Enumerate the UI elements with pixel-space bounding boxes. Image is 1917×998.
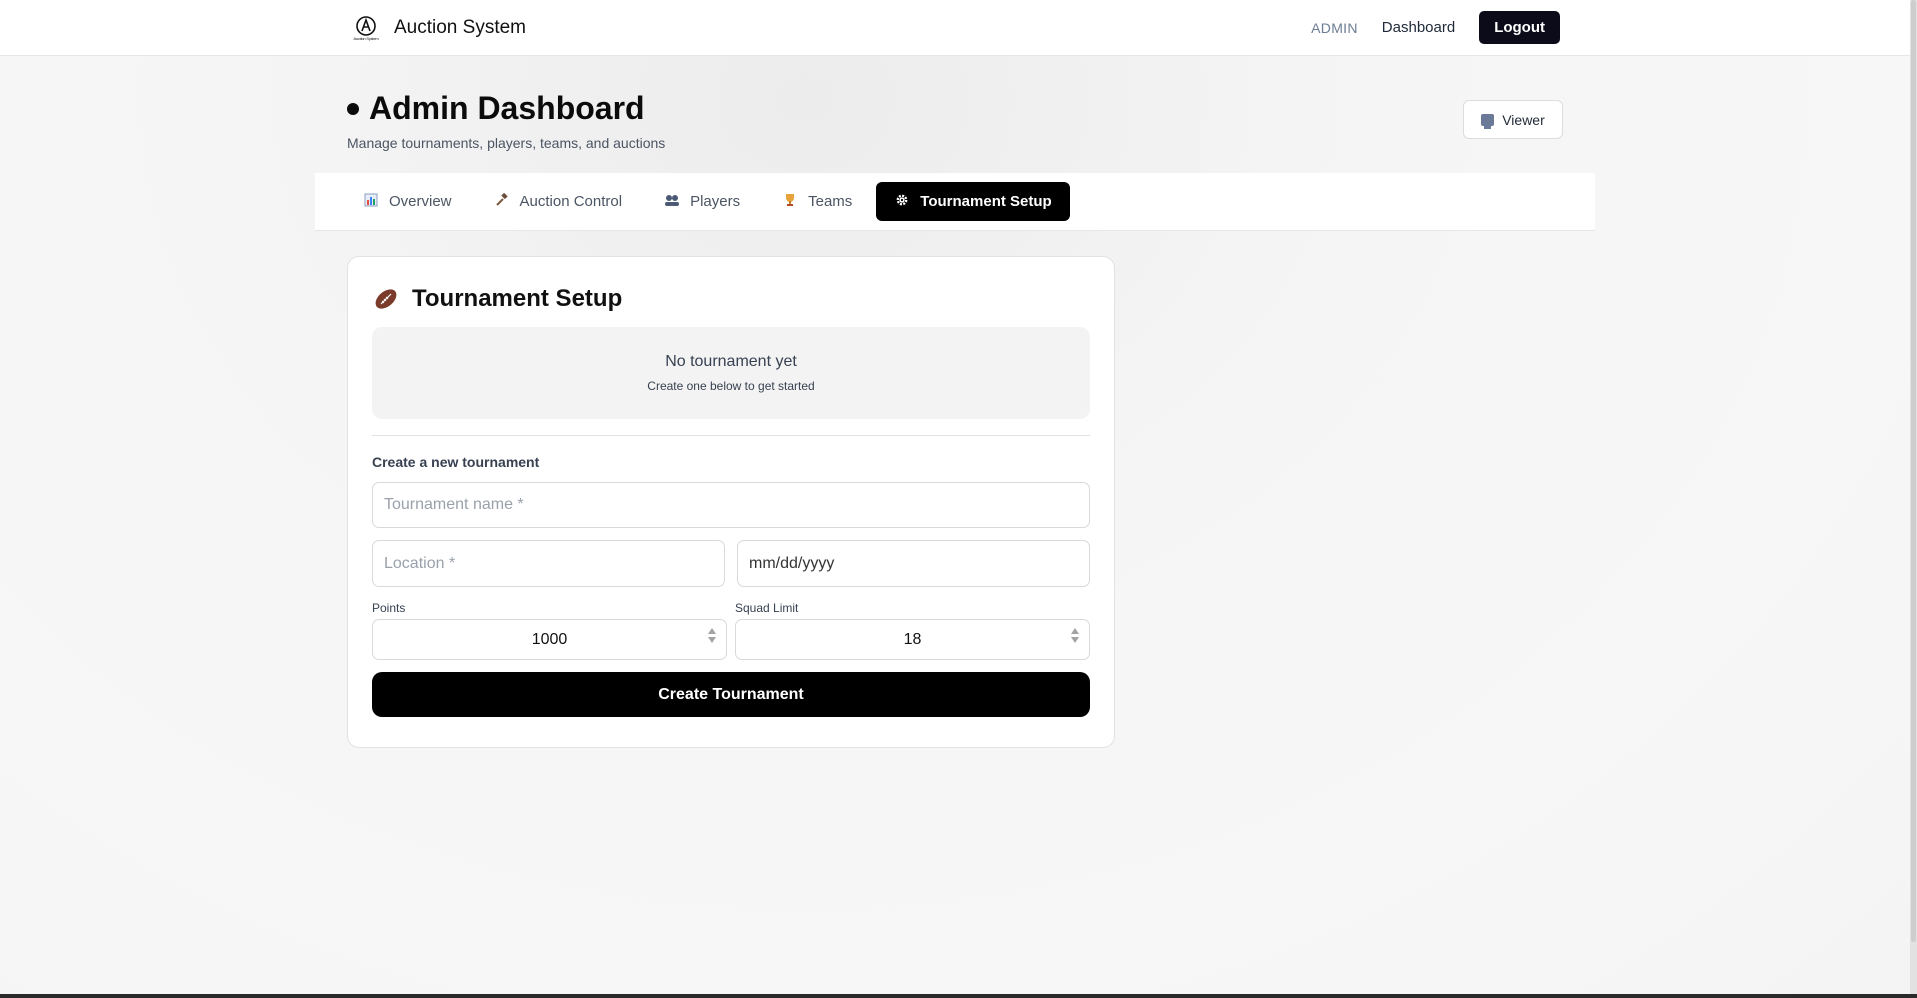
vertical-scrollbar[interactable]	[1910, 0, 1917, 994]
football-icon	[372, 285, 400, 313]
top-navbar: Auction System Auction System ADMIN Dash…	[0, 0, 1910, 56]
divider	[372, 435, 1090, 436]
monitor-icon	[1481, 113, 1495, 129]
empty-state-subtitle: Create one below to get started	[647, 379, 815, 393]
points-value: 1000	[531, 630, 568, 648]
page-subtitle: Manage tournaments, players, teams, and …	[347, 135, 666, 151]
page-title: Admin Dashboard	[369, 90, 645, 126]
page-header: Admin Dashboard Manage tournaments, play…	[347, 90, 665, 151]
squad-limit-field: Squad Limit 18	[735, 601, 1090, 660]
tournament-name-placeholder: Tournament name *	[384, 496, 524, 513]
tab-tournament-setup[interactable]: Tournament Setup	[876, 182, 1070, 221]
tab-teams[interactable]: Teams	[764, 182, 870, 221]
card-title: Tournament Setup	[412, 285, 623, 312]
tournament-name-input[interactable]: Tournament name *	[372, 482, 1090, 528]
stepper-up-icon[interactable]	[708, 628, 716, 634]
stepper-down-icon[interactable]	[1071, 637, 1079, 643]
tab-players[interactable]: Players	[646, 182, 758, 221]
squad-limit-stepper[interactable]	[1071, 628, 1079, 643]
create-section-label: Create a new tournament	[372, 454, 540, 470]
user-role-label: ADMIN	[1311, 19, 1358, 36]
date-input[interactable]: mm/dd/yyyy	[737, 540, 1090, 587]
tab-bar: Overview Auction Control Players Teams T…	[315, 173, 1595, 231]
dashboard-link[interactable]: Dashboard	[1382, 19, 1455, 36]
gear-icon	[894, 193, 910, 210]
squad-limit-value: 18	[903, 630, 922, 648]
tab-label: Players	[690, 193, 741, 210]
stepper-up-icon[interactable]	[1071, 628, 1079, 634]
tab-auction-control[interactable]: Auction Control	[476, 182, 641, 221]
empty-state: No tournament yet Create one below to ge…	[372, 327, 1090, 419]
date-value: mm/dd/yyyy	[749, 554, 835, 572]
brand[interactable]: Auction System Auction System	[350, 12, 526, 44]
window-bottom-edge	[0, 994, 1917, 998]
tournament-setup-card: Tournament Setup No tournament yet Creat…	[347, 256, 1115, 748]
tab-label: Overview	[389, 193, 452, 210]
nav-right: ADMIN Dashboard Logout	[1311, 11, 1560, 44]
location-input[interactable]: Location *	[372, 540, 725, 587]
brand-title: Auction System	[394, 17, 526, 38]
scrollbar-thumb[interactable]	[1911, 0, 1916, 942]
empty-state-title: No tournament yet	[665, 353, 797, 370]
create-tournament-button[interactable]: Create Tournament	[372, 672, 1090, 717]
users-icon	[664, 193, 680, 210]
squad-limit-label: Squad Limit	[735, 601, 799, 615]
points-field: Points 1000	[372, 601, 727, 660]
points-stepper[interactable]	[708, 628, 716, 643]
bullet-icon	[347, 102, 359, 115]
logo-text: Auction System	[353, 36, 379, 41]
tab-label: Auction Control	[519, 193, 623, 210]
points-label: Points	[372, 601, 406, 615]
tab-overview[interactable]: Overview	[345, 182, 470, 221]
viewer-label: Viewer	[1502, 111, 1545, 128]
viewer-button[interactable]: Viewer	[1463, 100, 1563, 139]
location-placeholder: Location *	[384, 554, 456, 572]
points-input[interactable]: 1000	[372, 619, 727, 660]
bar-chart-icon	[363, 193, 379, 210]
squad-limit-input[interactable]: 18	[735, 619, 1090, 660]
tab-label: Tournament Setup	[920, 193, 1052, 210]
stepper-down-icon[interactable]	[708, 637, 716, 643]
trophy-icon	[782, 193, 798, 210]
gavel-icon	[494, 192, 510, 210]
tab-label: Teams	[808, 193, 853, 210]
auction-logo-icon: Auction System	[350, 12, 382, 44]
logout-button[interactable]: Logout	[1479, 11, 1560, 44]
